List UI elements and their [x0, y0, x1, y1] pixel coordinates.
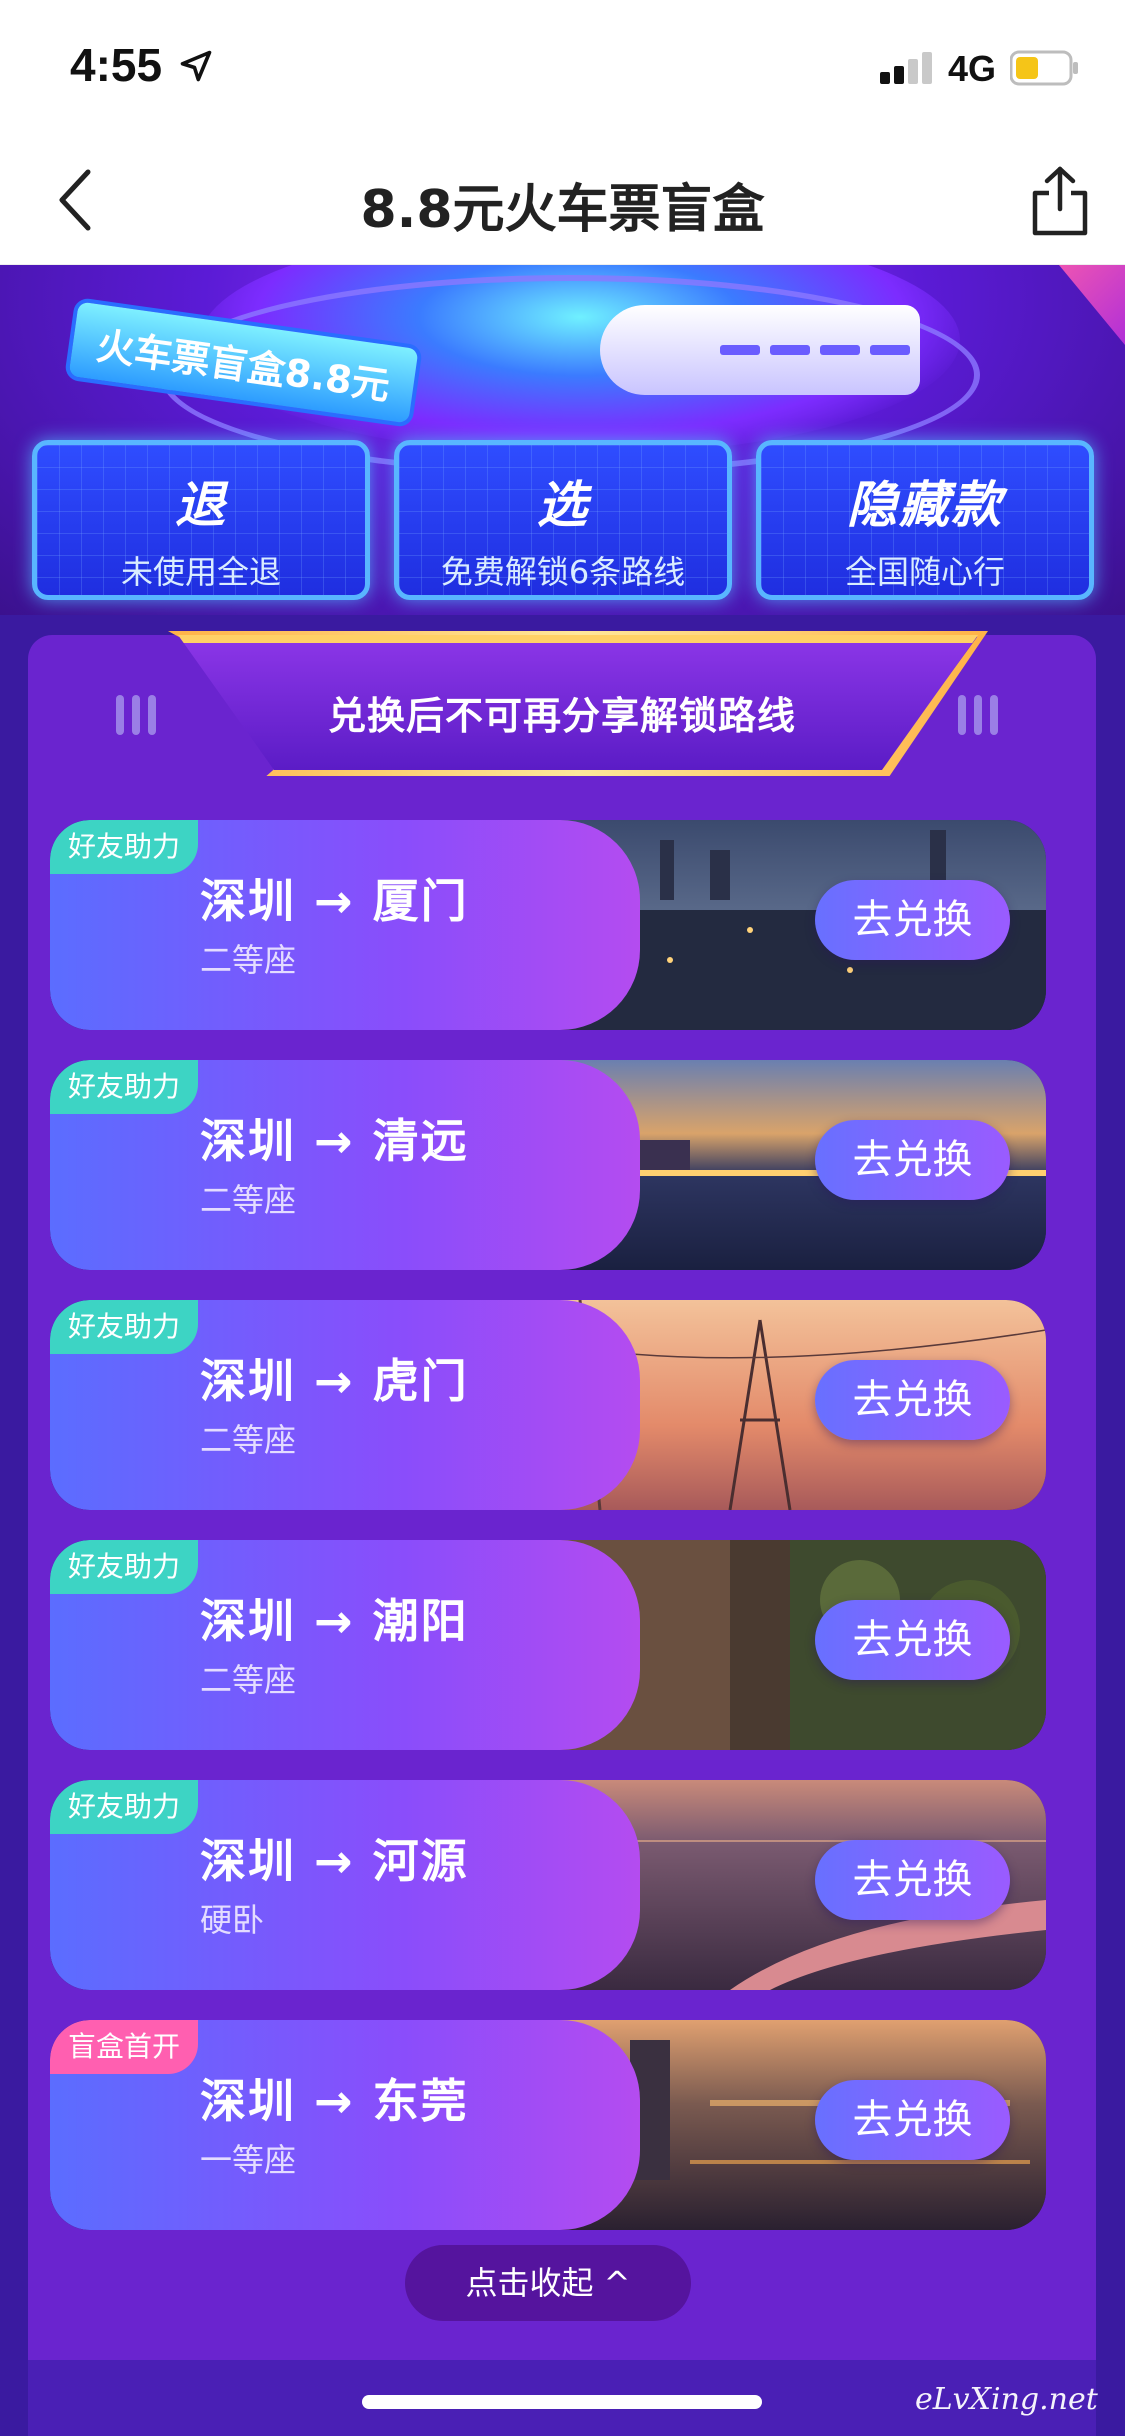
- feature-refund: 退 未使用全退: [32, 440, 370, 600]
- home-indicator[interactable]: [362, 2395, 762, 2409]
- hero-decoration: [1059, 265, 1125, 345]
- route-tag: 好友助力: [50, 1060, 199, 1114]
- route-tag: 好友助力: [50, 820, 199, 874]
- feature-subtitle: 免费解锁6条路线: [440, 553, 686, 591]
- route-card[interactable]: 深圳 → 潮阳 二等座 好友助力 去兑换: [50, 1540, 1046, 1750]
- battery-icon: [1010, 50, 1078, 86]
- feature-title: 选: [537, 476, 589, 534]
- seat-class: 二等座: [200, 1421, 297, 1459]
- page: 4:55 4G 8.8元火车票盲盒 火车票盲盒8.8元 退 未使用全退 选 免费…: [0, 0, 1125, 2436]
- redeem-button[interactable]: 去兑换: [815, 880, 1010, 960]
- route-card[interactable]: 深圳 → 河源 硬卧 好友助力 去兑换: [50, 1780, 1046, 1990]
- route-name: 深圳 → 东莞: [200, 2074, 469, 2128]
- nav-bar: 8.8元火车票盲盒: [0, 135, 1125, 265]
- network-type: 4G: [948, 48, 997, 89]
- seat-class: 硬卧: [200, 1901, 265, 1939]
- route-card[interactable]: 深圳 → 厦门 二等座 好友助力 去兑换: [50, 820, 1046, 1030]
- decor-bars-right: [958, 695, 1008, 735]
- share-button[interactable]: [1025, 163, 1095, 238]
- route-name: 深圳 → 清远: [200, 1114, 469, 1168]
- route-tag: 好友助力: [50, 1300, 199, 1354]
- status-time: 4:55: [70, 39, 163, 91]
- feature-hidden: 隐藏款 全国随心行: [756, 440, 1094, 600]
- page-title: 8.8元火车票盲盒: [360, 180, 765, 240]
- collapse-button[interactable]: 点击收起 ^: [405, 2245, 691, 2321]
- feature-title: 退: [175, 476, 227, 534]
- location-arrow-icon: [180, 50, 212, 82]
- route-card[interactable]: 深圳 → 东莞 一等座 盲盒首开 去兑换: [50, 2020, 1046, 2230]
- seat-class: 一等座: [200, 2141, 297, 2179]
- route-tag: 好友助力: [50, 1540, 199, 1594]
- route-tag: 盲盒首开: [50, 2020, 199, 2074]
- seat-class: 二等座: [200, 1661, 297, 1699]
- redeem-button[interactable]: 去兑换: [815, 1120, 1010, 1200]
- redeem-button[interactable]: 去兑换: [815, 1840, 1010, 1920]
- train-illustration: [600, 305, 920, 395]
- seat-class: 二等座: [200, 941, 297, 979]
- feature-choose: 选 免费解锁6条路线: [394, 440, 732, 600]
- redeem-button[interactable]: 去兑换: [815, 2080, 1010, 2160]
- feature-subtitle: 全国随心行: [844, 553, 1005, 591]
- route-tag: 好友助力: [50, 1780, 199, 1834]
- signal-icon: [880, 50, 936, 84]
- watermark: eLvXing.net: [915, 2382, 1098, 2417]
- route-name: 深圳 → 潮阳: [200, 1594, 469, 1648]
- route-name: 深圳 → 虎门: [200, 1354, 469, 1408]
- redeem-button[interactable]: 去兑换: [815, 1600, 1010, 1680]
- hero-banner: 火车票盲盒8.8元 退 未使用全退 选 免费解锁6条路线 隐藏款 全国随心行: [0, 265, 1125, 615]
- notice-banner-text: 兑换后不可再分享解锁路线: [327, 694, 796, 738]
- feature-title: 隐藏款: [847, 476, 1003, 534]
- seat-class: 二等座: [200, 1181, 297, 1219]
- route-name: 深圳 → 厦门: [200, 874, 469, 928]
- feature-subtitle: 未使用全退: [120, 553, 281, 591]
- status-bar: 4:55 4G: [0, 0, 1125, 135]
- route-name: 深圳 → 河源: [200, 1834, 469, 1888]
- route-card[interactable]: 深圳 → 清远 二等座 好友助力 去兑换: [50, 1060, 1046, 1270]
- redeem-button[interactable]: 去兑换: [815, 1360, 1010, 1440]
- decor-bars-left: [116, 695, 166, 735]
- route-card[interactable]: 深圳 → 虎门 二等座 好友助力 去兑换: [50, 1300, 1046, 1510]
